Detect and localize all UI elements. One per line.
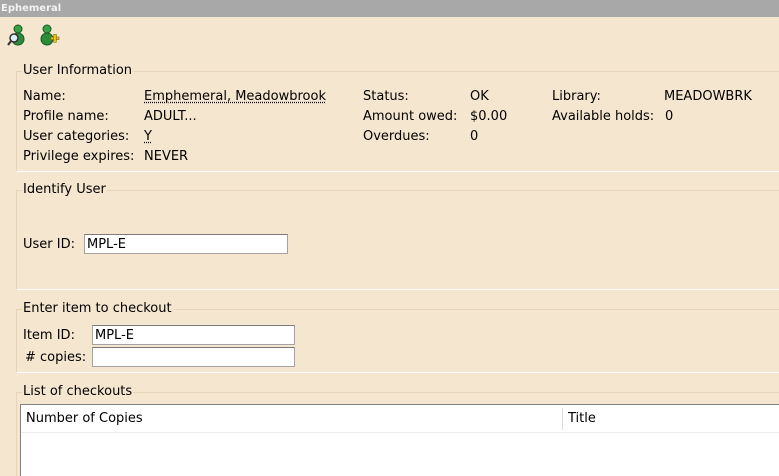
checkouts-list-title: List of checkouts bbox=[22, 384, 134, 399]
window-title: Ephemeral bbox=[1, 3, 62, 14]
checkout-title: Enter item to checkout bbox=[22, 301, 173, 316]
item-id-input[interactable] bbox=[92, 325, 295, 345]
user-information-group: User Information Name: Emphemeral, Meado… bbox=[16, 63, 779, 172]
window-title-bar: Ephemeral bbox=[0, 0, 779, 17]
user-add-button[interactable] bbox=[36, 21, 62, 47]
privilege-value: NEVER bbox=[144, 149, 189, 164]
user-add-icon bbox=[40, 24, 60, 46]
overdues-label: Overdues: bbox=[363, 129, 430, 144]
overdues-value: 0 bbox=[470, 129, 479, 144]
library-value: MEADOWBRK bbox=[664, 89, 752, 104]
status-label: Status: bbox=[363, 89, 409, 104]
profile-value: ADULT... bbox=[144, 109, 197, 124]
user-search-button[interactable] bbox=[6, 21, 32, 47]
name-label: Name: bbox=[23, 89, 66, 104]
item-id-label: Item ID: bbox=[23, 328, 75, 343]
user-information-title: User Information bbox=[22, 63, 134, 78]
name-value[interactable]: Emphemeral, Meadowbrook bbox=[144, 89, 326, 104]
user-id-input[interactable] bbox=[84, 234, 288, 254]
copies-input[interactable] bbox=[92, 347, 295, 367]
library-label: Library: bbox=[552, 89, 601, 104]
amount-owed-label: Amount owed: bbox=[363, 109, 458, 124]
copies-label: # copies: bbox=[25, 350, 87, 365]
holds-value: 0 bbox=[665, 109, 674, 124]
column-header-title[interactable]: Title bbox=[563, 405, 596, 433]
checkouts-table[interactable]: Number of Copies Title bbox=[20, 404, 779, 476]
categories-label: User categories: bbox=[23, 129, 130, 144]
categories-value[interactable]: Y bbox=[144, 129, 152, 144]
privilege-label: Privilege expires: bbox=[23, 149, 135, 164]
identify-user-title: Identify User bbox=[22, 182, 107, 197]
holds-label: Available holds: bbox=[552, 109, 655, 124]
user-search-icon bbox=[7, 24, 25, 46]
amount-owed-value: $0.00 bbox=[470, 109, 508, 124]
identify-user-group: Identify User User ID: bbox=[16, 182, 779, 290]
status-value: OK bbox=[470, 89, 489, 104]
user-id-label: User ID: bbox=[23, 237, 75, 252]
toolbar bbox=[0, 17, 779, 51]
checkouts-table-header: Number of Copies Title bbox=[21, 405, 779, 433]
checkout-group: Enter item to checkout Item ID: # copies… bbox=[16, 301, 779, 373]
profile-label: Profile name: bbox=[23, 109, 109, 124]
column-header-number-of-copies[interactable]: Number of Copies bbox=[21, 405, 143, 433]
